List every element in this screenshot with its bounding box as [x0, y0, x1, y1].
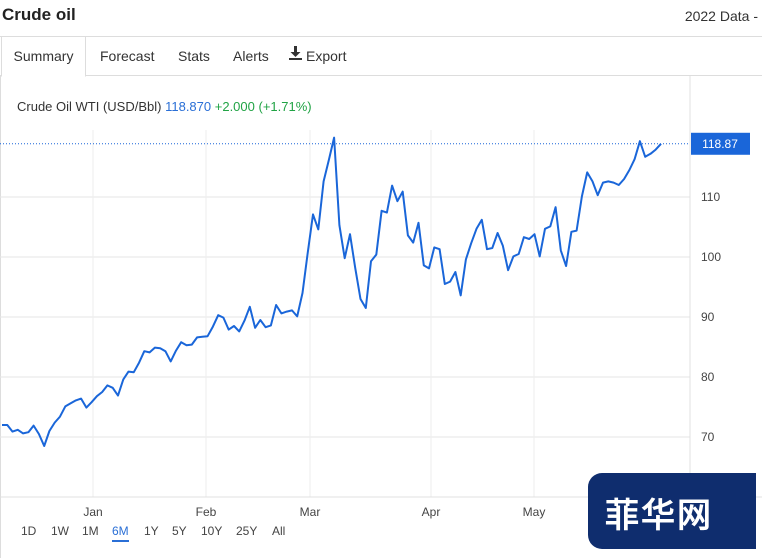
range-10y[interactable]: 10Y [201, 524, 222, 538]
range-25y[interactable]: 25Y [236, 524, 257, 538]
range-1d[interactable]: 1D [21, 524, 36, 538]
last-value-label: 118.87 [702, 137, 738, 151]
range-6m[interactable]: 6M [112, 524, 129, 542]
range-all[interactable]: All [272, 524, 285, 538]
y-tick-label: 70 [701, 430, 715, 444]
y-tick-label: 80 [701, 370, 715, 384]
series-line [2, 136, 662, 447]
x-tick-label: Mar [300, 505, 321, 519]
x-tick-label: Apr [422, 505, 441, 519]
y-tick-label: 100 [701, 250, 721, 264]
range-1y[interactable]: 1Y [144, 524, 159, 538]
y-tick-label: 90 [701, 310, 715, 324]
range-1w[interactable]: 1W [51, 524, 69, 538]
range-5y[interactable]: 5Y [172, 524, 187, 538]
watermark-text: 菲华网 [605, 496, 713, 536]
range-1m[interactable]: 1M [82, 524, 99, 538]
x-tick-label: Feb [196, 505, 217, 519]
x-tick-label: Jan [83, 505, 102, 519]
x-tick-label: May [523, 505, 546, 519]
y-tick-label: 110 [701, 190, 720, 204]
